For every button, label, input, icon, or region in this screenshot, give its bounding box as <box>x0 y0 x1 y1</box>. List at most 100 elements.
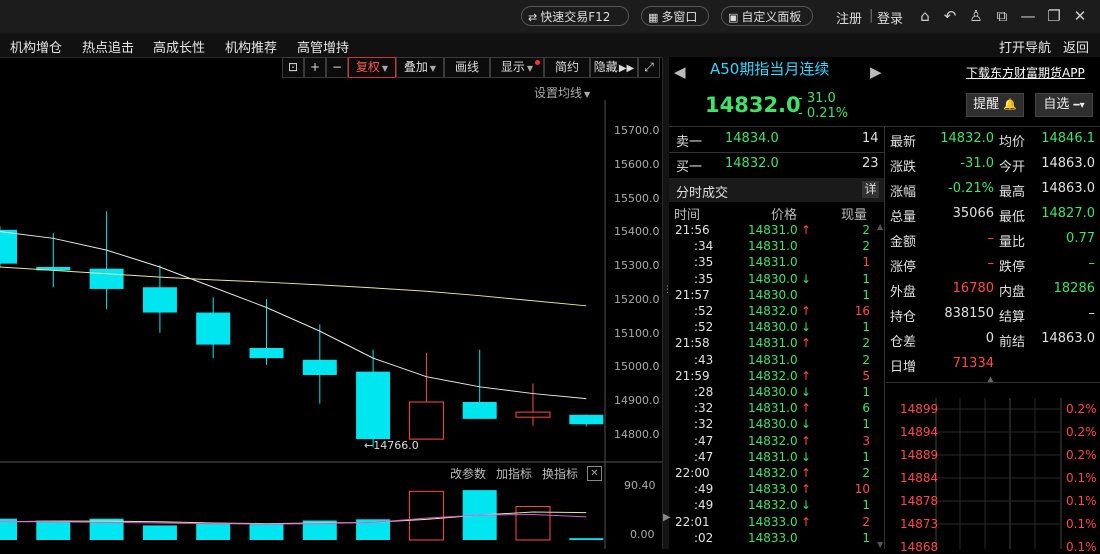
overlay-dropdown[interactable]: 叠加 ▼ <box>396 57 444 78</box>
tick-price: 14832.0 <box>748 498 798 513</box>
volume-min-label: 0.00 <box>630 528 655 541</box>
stat-value: 18286 <box>1053 281 1095 296</box>
prev-contract-arrow-icon[interactable]: ◀ <box>674 63 686 81</box>
quick-trade-button[interactable]: ⇄ 快速交易F12 <box>521 6 629 26</box>
scroll-down-icon[interactable]: ▼ <box>877 540 883 549</box>
candle <box>196 297 231 359</box>
zoom-out-button[interactable]: − <box>326 57 348 78</box>
collapse-up-icon[interactable]: ▲ <box>987 375 994 385</box>
candle <box>356 349 391 448</box>
col-time: 时间 <box>674 208 701 223</box>
watchlist-button[interactable]: 自选 ━▾ <box>1035 93 1093 117</box>
tick-time: 21:58 <box>675 336 710 351</box>
candle <box>249 299 284 365</box>
tick-qty: 2 <box>862 466 870 480</box>
stat-label: 内盘 <box>999 285 1026 300</box>
stat-value: -0.21% <box>948 181 994 196</box>
collapse-arrow-icon[interactable]: ▶ <box>663 512 671 523</box>
tick-price: 14830.0 <box>748 287 798 302</box>
restore-window-icon[interactable]: ⧉ <box>992 6 1012 26</box>
candle <box>302 324 337 404</box>
arrow-up-icon: ↑ <box>801 466 812 480</box>
menu-item-high-growth[interactable]: 高成长性 <box>153 37 205 56</box>
stat-value: 0.77 <box>1066 231 1095 246</box>
scroll-up-icon[interactable]: ▲ <box>877 222 883 231</box>
tick-price: 14830.0 <box>748 385 798 399</box>
arrow-down-icon: ↓ <box>801 498 812 513</box>
ma-line-long <box>0 266 587 307</box>
quote-header: ◀ A50期指当月连续 ▶ 下载东方财富期货APP 14832.0 - 31.0… <box>669 57 1100 126</box>
custom-panel-button[interactable]: ▣ 自定义面板 <box>721 6 813 26</box>
menu-item-exec-increase[interactable]: 高管增持 <box>297 37 349 56</box>
ticks-detail-button[interactable]: 详 <box>862 181 879 198</box>
last-price: 14832.0 <box>705 93 801 117</box>
ask-price: 14834.0 <box>725 131 779 146</box>
mini-pct-label: 0.2% <box>1066 402 1097 416</box>
price-axis-label: 15200.0 <box>614 292 660 306</box>
tick-time: 21:56 <box>675 223 710 237</box>
menu-item-hot-chase[interactable]: 热点追击 <box>82 37 134 56</box>
tick-time: :43 <box>694 352 714 367</box>
menu-item-inst-recommend[interactable]: 机构推荐 <box>225 37 277 56</box>
simple-mode-button[interactable]: 简约 <box>544 57 590 78</box>
next-contract-arrow-icon[interactable]: ▶ <box>870 63 882 81</box>
stat-value: – <box>1088 256 1096 271</box>
title-bar: ⇄ 快速交易F12 ▦ 多窗口 ▣ 自定义面板 注册 | 登录 ⌂ ↶ ♙ ⧉ — ❐… <box>0 0 1100 33</box>
close-icon[interactable]: ✕ <box>1070 6 1090 26</box>
tick-price: 14831.0 <box>748 401 798 416</box>
register-link[interactable]: 注册 <box>836 8 862 27</box>
fullscreen-icon[interactable]: ⤢ <box>638 57 660 78</box>
kline-chart[interactable]: 设置均线 ▼ 15700.0 15600.0 15500.0 15400.0 15300.… <box>0 80 662 549</box>
candle-body <box>0 229 17 264</box>
arrow-up-icon: ↑ <box>801 368 812 383</box>
zoom-in-button[interactable]: + <box>304 57 326 78</box>
volume-bar <box>36 520 71 540</box>
mini-pct-label: 0.1% <box>1066 517 1097 531</box>
notification-dot <box>535 60 540 65</box>
minimize-icon[interactable]: — <box>1018 6 1038 26</box>
candle-body <box>196 312 231 345</box>
menu-item-inst-increase[interactable]: 机构增仓 <box>10 37 62 56</box>
candle-body <box>462 402 497 419</box>
candle <box>515 383 551 426</box>
back-link[interactable]: 返回 <box>1063 37 1089 56</box>
switch-indicator-button[interactable]: 换指标 <box>542 465 578 482</box>
stat-label: 持仓 <box>890 310 917 325</box>
stat-value: 14832.0 <box>940 131 994 146</box>
login-link[interactable]: 登录 <box>877 8 903 27</box>
candle-body <box>356 371 391 440</box>
display-dropdown[interactable]: 显示 ▼ <box>490 57 544 78</box>
maximize-icon[interactable]: ❐ <box>1044 6 1064 26</box>
lock-icon[interactable]: ⊡ <box>282 57 304 78</box>
restore-rights-dropdown[interactable]: 复权 ▼ <box>348 57 396 78</box>
stat-value: 14863.0 <box>1041 156 1095 171</box>
download-app-link[interactable]: 下载东方财富期货APP <box>966 64 1085 81</box>
stat-label: 金额 <box>890 235 917 250</box>
tick-time: :49 <box>694 498 714 513</box>
change-params-button[interactable]: 改参数 <box>450 465 486 482</box>
stat-label: 跌停 <box>999 260 1026 275</box>
home-icon[interactable]: ⌂ <box>915 6 935 26</box>
multi-window-button[interactable]: ▦ 多窗口 <box>641 6 709 26</box>
stat-label: 涨停 <box>890 260 917 275</box>
stat-value: 14863.0 <box>1041 331 1095 346</box>
panel-splitter[interactable]: ⋮ ▶ <box>662 57 672 549</box>
candle-body <box>515 411 551 418</box>
tick-qty: 2 <box>862 239 870 254</box>
open-navigation-link[interactable]: 打开导航 <box>999 37 1051 56</box>
shirt-icon[interactable]: ♙ <box>966 6 986 26</box>
draw-line-button[interactable]: 画线 <box>444 57 490 78</box>
tick-time: :32 <box>694 401 714 416</box>
tick-qty: 1 <box>862 287 870 302</box>
tick-qty: 6 <box>862 401 870 416</box>
stat-value: -31.0 <box>960 156 994 171</box>
remind-button[interactable]: 提醒 🔔 <box>966 93 1024 117</box>
mini-pct-label: 0.1% <box>1066 540 1097 554</box>
stat-label: 量比 <box>999 235 1026 250</box>
add-indicator-button[interactable]: 加指标 <box>496 465 532 482</box>
close-indicator-icon[interactable]: ✕ <box>587 466 602 481</box>
hide-button[interactable]: 隐藏▶▶ <box>590 57 638 78</box>
undo-icon[interactable]: ↶ <box>940 6 960 26</box>
price-change: - 31.0 <box>798 91 836 106</box>
stat-value: 838150 <box>944 306 994 321</box>
